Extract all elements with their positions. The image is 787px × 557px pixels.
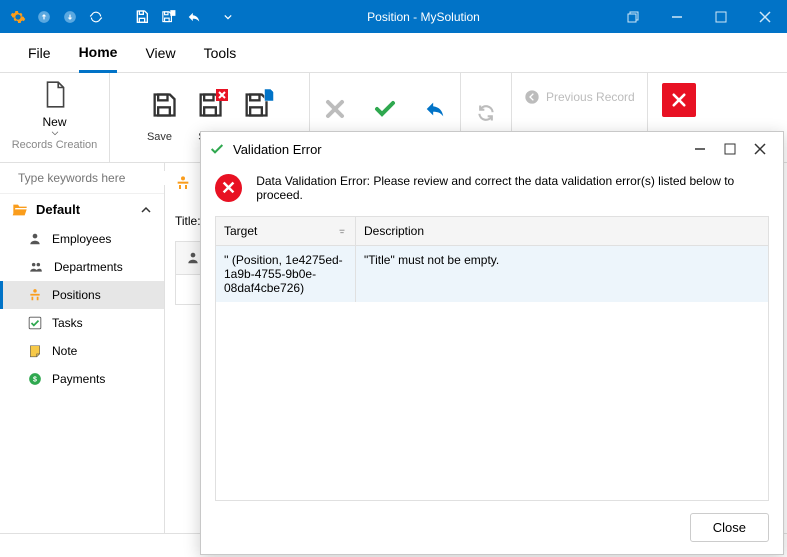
save-new-icon[interactable] (160, 9, 176, 25)
dialog-maximize-icon[interactable] (715, 143, 745, 155)
menu-file[interactable]: File (28, 35, 51, 71)
col-description[interactable]: Description (356, 217, 768, 245)
dialog-message-row: ✕ Data Validation Error: Please review a… (201, 166, 783, 216)
position-icon (28, 288, 42, 302)
info-down-icon[interactable] (62, 9, 78, 25)
money-icon: $ (28, 372, 42, 386)
cancel-icon[interactable] (310, 83, 360, 135)
ribbon-group-caption: Records Creation (12, 137, 98, 151)
search-input[interactable] (18, 171, 173, 185)
cell-description: "Title" must not be empty. (356, 246, 768, 302)
cell-target: '' (Position, 1e4275ed-1a9b-4755-9b0e-08… (216, 246, 356, 302)
person-icon (28, 232, 42, 246)
nav-note[interactable]: Note (0, 337, 164, 365)
qat-dropdown-icon[interactable] (220, 9, 236, 25)
undo-icon[interactable] (186, 9, 202, 25)
new-button[interactable]: New (39, 79, 71, 137)
nav-employees[interactable]: Employees (0, 225, 164, 253)
svg-text:$: $ (33, 376, 37, 383)
position-icon (175, 175, 191, 191)
chevron-up-icon (140, 205, 152, 215)
menubar: File Home View Tools (0, 33, 787, 73)
dialog-message: Data Validation Error: Please review and… (256, 174, 769, 202)
sidebar: Default Employees Departments Positions … (0, 163, 165, 533)
save-label: Save (139, 131, 181, 155)
dialog-close-icon[interactable] (745, 143, 775, 155)
titlebar: Position - MySolution (0, 0, 787, 33)
window-close-icon[interactable] (743, 0, 787, 33)
error-icon: ✕ (215, 174, 242, 202)
window-restore-alt-icon[interactable] (611, 0, 655, 33)
menu-view[interactable]: View (145, 35, 175, 71)
folder-open-icon (12, 203, 28, 217)
settings-gear-icon[interactable] (10, 9, 26, 25)
save-icon[interactable] (134, 9, 150, 25)
window-title: Position - MySolution (236, 10, 611, 24)
nav-departments[interactable]: Departments (0, 253, 164, 281)
menu-tools[interactable]: Tools (204, 35, 237, 71)
nav-payments[interactable]: $ Payments (0, 365, 164, 393)
folder-default[interactable]: Default (0, 194, 164, 225)
save-new-button[interactable] (242, 91, 270, 119)
people-icon (28, 260, 44, 274)
save-button[interactable] (150, 91, 178, 119)
sort-icon (337, 226, 347, 236)
nav-positions[interactable]: Positions (0, 281, 164, 309)
search-box[interactable] (0, 163, 164, 194)
quick-access-toolbar (0, 9, 236, 25)
validate-icon[interactable] (360, 83, 410, 135)
check-icon (209, 141, 225, 157)
menu-home[interactable]: Home (79, 34, 118, 73)
check-icon (28, 316, 42, 330)
validation-dialog: Validation Error ✕ Data Validation Error… (200, 131, 784, 555)
window-minimize-icon[interactable] (655, 0, 699, 33)
revert-icon[interactable] (410, 83, 460, 135)
nav-tasks[interactable]: Tasks (0, 309, 164, 337)
dialog-minimize-icon[interactable] (685, 143, 715, 155)
save-close-button[interactable] (196, 91, 224, 119)
refresh-icon[interactable] (88, 9, 104, 25)
dialog-title: Validation Error (233, 142, 685, 157)
col-target[interactable]: Target (216, 217, 356, 245)
validation-grid: Target Description '' (Position, 1e4275e… (215, 216, 769, 501)
previous-record-button: Previous Record (512, 89, 647, 105)
ribbon-close-button[interactable] (662, 83, 696, 117)
grid-row[interactable]: '' (Position, 1e4275ed-1a9b-4755-9b0e-08… (216, 246, 768, 302)
ribbon-group-records: New Records Creation (0, 73, 110, 162)
dialog-titlebar: Validation Error (201, 132, 783, 166)
window-maximize-icon[interactable] (699, 0, 743, 33)
note-icon (28, 344, 42, 358)
close-button[interactable]: Close (690, 513, 769, 542)
info-up-icon[interactable] (36, 9, 52, 25)
